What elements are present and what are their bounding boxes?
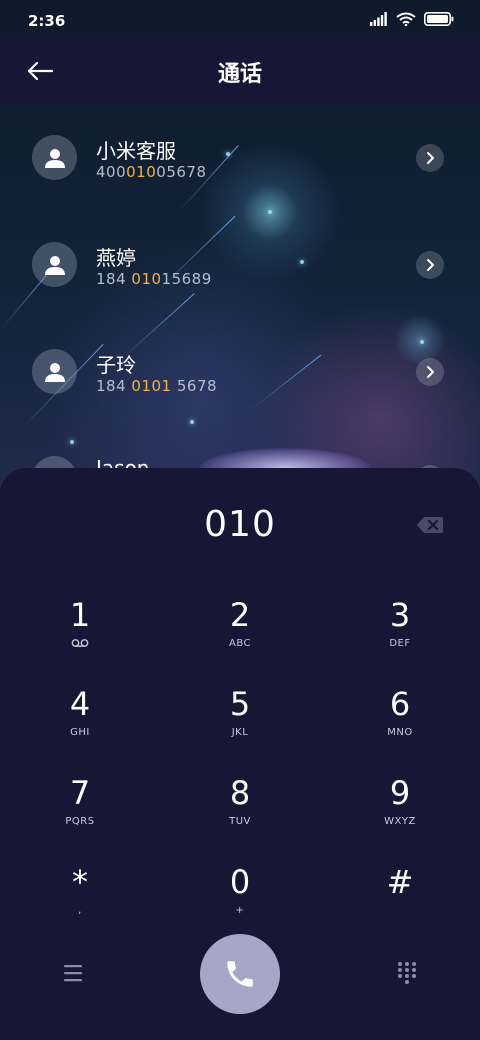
contact-avatar [32, 135, 77, 180]
backspace-icon [417, 517, 443, 533]
dialpad-icon [398, 962, 416, 984]
menu-button[interactable] [60, 962, 86, 984]
voicemail-icon [71, 639, 89, 647]
contact-number: 184 01015689 [96, 270, 212, 288]
contact-item[interactable]: 小米客服 40001005678 [0, 135, 480, 225]
key-2[interactable]: 2 ABC [180, 596, 300, 676]
contact-number: 40001005678 [96, 163, 207, 181]
contact-avatar [32, 242, 77, 287]
match-highlight: 0101 [131, 377, 172, 395]
backspace-button[interactable] [416, 516, 446, 538]
chevron-right-icon [427, 152, 434, 164]
key-6[interactable]: 6 MNO [340, 685, 460, 765]
contact-detail-button[interactable] [416, 251, 444, 279]
wifi-icon [396, 12, 416, 26]
key-3[interactable]: 3 DEF [340, 596, 460, 676]
person-icon [44, 255, 65, 275]
dialed-number: 010 [204, 504, 276, 545]
key-4[interactable]: 4 GHI [20, 685, 140, 765]
key-hash[interactable]: # [340, 863, 460, 943]
contact-item[interactable]: 燕婷 184 01015689 [0, 242, 480, 332]
contact-detail-button[interactable] [416, 144, 444, 172]
contact-number: 184 0101 5678 [96, 377, 218, 395]
menu-icon [64, 965, 82, 982]
key-5[interactable]: 5 JKL [180, 685, 300, 765]
chevron-right-icon [427, 366, 434, 378]
header: 通话 [0, 40, 480, 104]
page-title: 通话 [217, 62, 262, 87]
key-1[interactable]: 1 [20, 596, 140, 676]
key-star[interactable]: * , [20, 863, 140, 943]
dialer-actions [0, 934, 480, 1014]
contact-name: 小米客服 [96, 139, 176, 163]
star [70, 440, 74, 444]
battery-icon [424, 12, 454, 26]
status-bar: 2:36 [0, 0, 480, 40]
key-8[interactable]: 8 TUV [180, 774, 300, 854]
match-highlight: 010 [126, 163, 157, 181]
match-highlight: 010 [131, 270, 162, 288]
signal-icon [370, 12, 387, 26]
key-9[interactable]: 9 WXYZ [340, 774, 460, 854]
contact-item[interactable]: 子玲 184 0101 5678 [0, 349, 480, 439]
status-icons [370, 12, 454, 26]
phone-icon [227, 961, 253, 987]
contact-detail-button[interactable] [416, 358, 444, 386]
chevron-right-icon [427, 259, 434, 271]
dialpad-panel: 010 1 2 ABC 3 DEF 4 GHI 5 JKL 6 MNO 7 PQ… [0, 468, 480, 1040]
contact-name: 燕婷 [96, 246, 136, 270]
person-icon [44, 148, 65, 168]
person-icon [44, 362, 65, 382]
call-button[interactable] [200, 934, 280, 1014]
key-0[interactable]: 0 + [180, 863, 300, 943]
contact-avatar [32, 349, 77, 394]
dialpad-toggle-button[interactable] [394, 960, 420, 986]
star [420, 340, 424, 344]
status-time: 2:36 [28, 12, 66, 30]
key-7[interactable]: 7 PQRS [20, 774, 140, 854]
contact-name: 子玲 [96, 353, 136, 377]
